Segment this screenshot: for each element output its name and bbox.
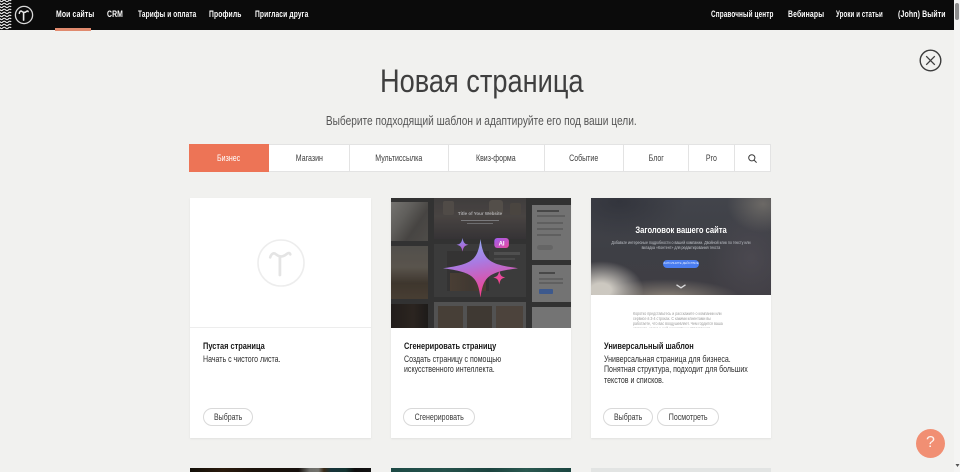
svg-text:AI: AI (499, 242, 505, 248)
